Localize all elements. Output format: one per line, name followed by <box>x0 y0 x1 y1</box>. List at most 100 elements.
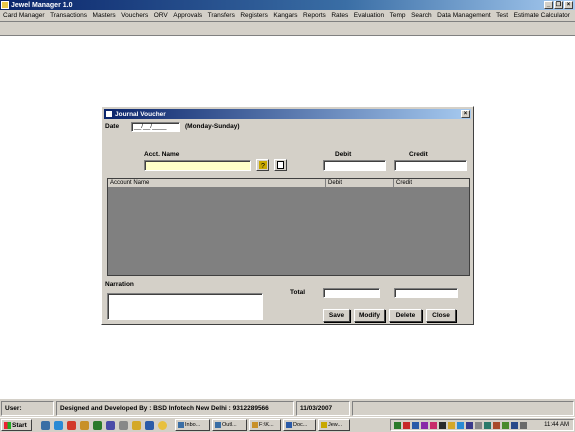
task-folder[interactable]: F:\K... <box>249 419 281 431</box>
menu-card-manager[interactable]: Card Manager <box>3 12 45 19</box>
outlook-task-icon <box>215 422 221 428</box>
outlook-icon[interactable] <box>54 421 63 430</box>
tray-icon-messenger[interactable] <box>484 422 491 429</box>
window-controls: _ ❐ × <box>544 1 573 9</box>
folder-icon[interactable] <box>80 421 89 430</box>
jewel-app-icon <box>321 422 327 428</box>
credit-input[interactable] <box>394 160 467 171</box>
smiley-icon[interactable] <box>158 421 167 430</box>
app-title-bar: Jewel Manager 1.0 _ ❐ × <box>0 0 575 10</box>
taskbar: Start Inbo... Outl... F:\K... Doc... Jew… <box>0 417 575 432</box>
menu-transactions[interactable]: Transactions <box>50 12 87 19</box>
inbox-icon <box>178 422 184 428</box>
tray-icon-m[interactable] <box>430 422 437 429</box>
acct-name-input[interactable] <box>144 160 251 171</box>
menu-approvals[interactable]: Approvals <box>173 12 202 19</box>
tray-icon-speaker[interactable] <box>520 422 527 429</box>
menu-data-management[interactable]: Data Management <box>437 12 490 19</box>
grid-col-debit[interactable]: Debit <box>326 179 394 187</box>
menu-temp[interactable]: Temp <box>390 12 406 19</box>
tray-icon-security[interactable] <box>466 422 473 429</box>
task-jewel[interactable]: Jew... <box>318 419 350 431</box>
start-label: Start <box>12 421 27 429</box>
debit-input[interactable] <box>323 160 386 171</box>
menu-masters[interactable]: Masters <box>93 12 116 19</box>
acct-name-label: Acct. Name <box>144 151 180 158</box>
date-label: Date <box>105 123 120 130</box>
grid-col-account-name[interactable]: Account Name <box>108 179 326 187</box>
total-label: Total <box>290 289 306 296</box>
system-tray: 11:44 AM <box>390 419 574 431</box>
menu-rates[interactable]: Rates <box>331 12 348 19</box>
tray-icon-mail[interactable] <box>421 422 428 429</box>
tray-icon-sync[interactable] <box>502 422 509 429</box>
notes-icon[interactable] <box>132 421 141 430</box>
restore-button[interactable]: ❐ <box>554 1 563 9</box>
total-credit-field <box>394 288 458 298</box>
menu-orv[interactable]: ORV <box>154 12 168 19</box>
voucher-entries-grid[interactable]: Account Name Debit Credit <box>107 178 470 276</box>
app-title: Jewel Manager 1.0 <box>11 1 73 9</box>
app-icon <box>1 1 9 9</box>
search-icon[interactable] <box>106 421 115 430</box>
close-dialog-button[interactable]: Close <box>426 309 456 322</box>
status-date: 11/03/2007 <box>296 401 350 416</box>
status-user: User: <box>1 401 54 416</box>
journal-voucher-dialog: Journal Voucher × Date __/__/____ (Monda… <box>101 106 474 325</box>
menu-estimate-calculator[interactable]: Estimate Calculator <box>514 12 570 19</box>
menu-registers[interactable]: Registers <box>240 12 267 19</box>
taskbar-clock[interactable]: 11:44 AM <box>544 420 569 430</box>
delete-button[interactable]: Delete <box>389 309 422 322</box>
tray-icon-misc[interactable] <box>493 422 500 429</box>
tray-icon-lan[interactable] <box>511 422 518 429</box>
close-button[interactable]: × <box>564 1 573 9</box>
windows-logo-icon <box>4 421 11 429</box>
menu-kangars[interactable]: Kangars <box>273 12 297 19</box>
task-outlook[interactable]: Outl... <box>212 419 247 431</box>
start-button[interactable]: Start <box>1 419 32 431</box>
toolbar-strip <box>0 22 575 36</box>
tray-icon-display[interactable] <box>412 422 419 429</box>
folder-task-icon <box>252 422 258 428</box>
ie-icon[interactable] <box>41 421 50 430</box>
dialog-close-icon[interactable]: × <box>461 110 470 118</box>
menu-bar: Card Manager Transactions Masters Vouche… <box>0 10 575 22</box>
date-hint: (Monday-Sunday) <box>185 123 240 130</box>
menu-evaluation[interactable]: Evaluation <box>354 12 384 19</box>
app-quicklaunch-icon[interactable] <box>145 421 154 430</box>
account-lookup-icon[interactable]: ? <box>256 159 269 171</box>
dialog-title: Journal Voucher <box>115 110 166 118</box>
tray-icon-alert[interactable] <box>448 422 455 429</box>
task-document[interactable]: Doc... <box>283 419 316 431</box>
status-bar: User: Designed and Developed By : BSD In… <box>0 398 575 417</box>
new-account-icon[interactable] <box>274 159 287 171</box>
media-icon[interactable] <box>67 421 76 430</box>
messenger-icon[interactable] <box>93 421 102 430</box>
menu-test[interactable]: Test <box>496 12 508 19</box>
date-field[interactable]: __/__/____ <box>131 122 180 132</box>
tray-icon-network[interactable] <box>394 422 401 429</box>
total-debit-field <box>323 288 380 298</box>
menu-reports[interactable]: Reports <box>303 12 326 19</box>
svg-text:?: ? <box>261 163 265 169</box>
modify-button[interactable]: Modify <box>354 309 385 322</box>
minimize-button[interactable]: _ <box>544 1 553 9</box>
tray-icon-app[interactable] <box>439 422 446 429</box>
music-icon[interactable] <box>119 421 128 430</box>
menu-search[interactable]: Search <box>411 12 432 19</box>
tray-icon-antivirus[interactable] <box>403 422 410 429</box>
tray-icon-volume[interactable] <box>475 422 482 429</box>
debit-label: Debit <box>335 151 352 158</box>
status-developer: Designed and Developed By : BSD Infotech… <box>56 401 294 416</box>
tray-icon-update[interactable] <box>457 422 464 429</box>
save-button[interactable]: Save <box>323 309 350 322</box>
narration-input[interactable] <box>107 293 263 320</box>
word-icon <box>286 422 292 428</box>
menu-vouchers[interactable]: Vouchers <box>121 12 148 19</box>
grid-header: Account Name Debit Credit <box>108 179 469 188</box>
menu-transfers[interactable]: Transfers <box>208 12 235 19</box>
narration-label: Narration <box>105 281 134 288</box>
dialog-icon <box>106 111 112 117</box>
task-inbox[interactable]: Inbo... <box>175 419 210 431</box>
grid-col-credit[interactable]: Credit <box>394 179 469 187</box>
